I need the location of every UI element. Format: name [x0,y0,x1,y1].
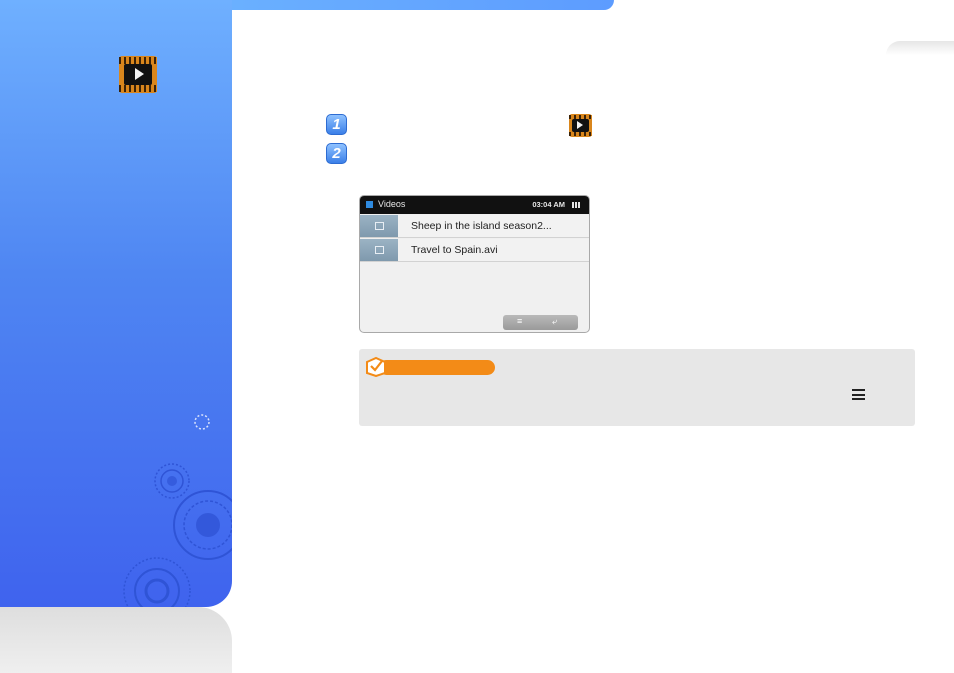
menu-icon[interactable]: ≡ [517,316,522,326]
device-time: 03:04 AM [532,200,565,209]
back-icon[interactable]: ⤶ [552,316,557,327]
file-name: Travel to Spain.avi [411,244,498,256]
inline-film-icon [569,114,592,137]
header-bar [232,0,614,10]
film-icon [119,56,157,93]
battery-icon [572,202,581,208]
checkbox-note-icon [366,356,386,377]
menu-icon [852,389,865,400]
device-button-bar: ≡ ⤶ [503,315,578,330]
page-tab-decoration [886,41,954,55]
file-name: Sheep in the island season2... [411,220,552,232]
video-thumbnail-icon [360,239,398,261]
note-box [359,349,915,426]
note-label-bar [379,360,495,375]
device-title: Videos [378,199,406,209]
step-2-badge: 2 [326,143,347,164]
step-1-badge: 1 [326,114,347,135]
file-list-item[interactable]: Sheep in the island season2... [360,215,589,238]
device-screen: Videos 03:04 AM Sheep in the island seas… [359,195,590,333]
file-list-item[interactable]: Travel to Spain.avi [360,239,589,262]
device-status-bar: Videos 03:04 AM [360,196,589,214]
manual-page: 1 2 Videos 03:04 AM Sheep in the island … [0,0,954,673]
video-thumbnail-icon [360,215,398,237]
content-area [232,10,954,673]
left-sidebar-panel [0,0,232,607]
videos-app-icon [366,201,373,208]
left-footer-band [0,607,232,673]
decorative-circles [123,414,232,607]
